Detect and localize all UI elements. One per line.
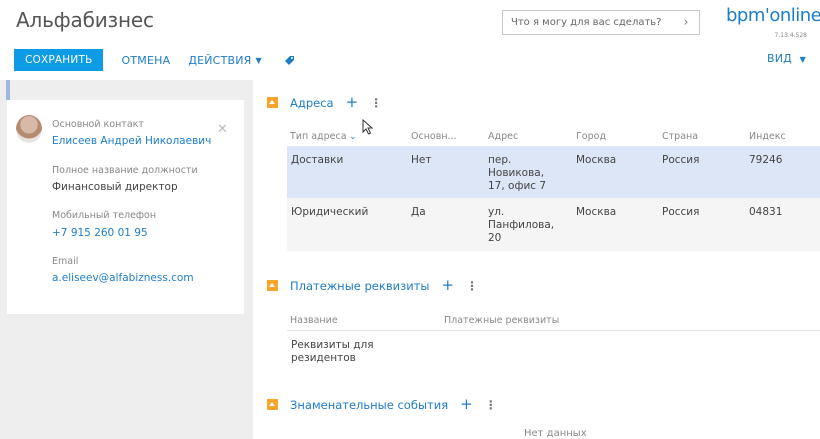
addresses-header: Адреса + ⋮ bbox=[267, 95, 382, 110]
empty-state: Нет данных bbox=[524, 428, 587, 439]
col-zip[interactable]: Индекс bbox=[749, 131, 786, 142]
job-value: Финансовый директор bbox=[52, 181, 178, 193]
events-header: Знаменательные события + ⋮ bbox=[267, 397, 497, 412]
actions-button[interactable]: ДЕЙСТВИЯ ▼ bbox=[188, 54, 262, 67]
cell-address: ул. Панфилова, 20 bbox=[488, 206, 555, 244]
search-go-icon[interactable]: › bbox=[673, 15, 699, 30]
col-payment-details[interactable]: Платежные реквизиты bbox=[444, 315, 559, 326]
cancel-button[interactable]: ОТМЕНА bbox=[121, 54, 170, 67]
mouse-cursor-icon bbox=[362, 118, 374, 139]
col-address-type[interactable]: Тип адреса ⌄ bbox=[290, 131, 356, 142]
contact-card: ✕ Основной контакт Елисеев Андрей Никола… bbox=[7, 100, 244, 314]
actions-label: ДЕЙСТВИЯ bbox=[188, 53, 252, 67]
more-icon[interactable]: ⋮ bbox=[370, 96, 382, 110]
collapse-icon[interactable] bbox=[267, 97, 278, 108]
logo[interactable]: bpm'online bbox=[726, 5, 820, 26]
job-label: Полное название должности bbox=[52, 165, 198, 176]
cell-zip: 79246 bbox=[749, 154, 783, 166]
tag-icon[interactable] bbox=[284, 55, 295, 66]
add-event-icon[interactable]: + bbox=[460, 397, 473, 412]
page-title: Альфабизнес bbox=[16, 8, 154, 32]
divider bbox=[287, 330, 820, 331]
main-contact-label: Основной контакт bbox=[52, 119, 144, 130]
version-label: 7.13.4.528 bbox=[774, 32, 807, 39]
cell-zip: 04831 bbox=[749, 206, 783, 218]
table-row[interactable] bbox=[287, 146, 820, 198]
chevron-down-icon: ▼ bbox=[799, 55, 806, 64]
cell-city: Москва bbox=[576, 154, 617, 166]
sort-down-icon: ⌄ bbox=[349, 132, 357, 141]
cell-city: Москва bbox=[576, 206, 617, 218]
more-icon[interactable]: ⋮ bbox=[466, 279, 478, 293]
add-address-icon[interactable]: + bbox=[346, 95, 359, 110]
col-country[interactable]: Страна bbox=[662, 131, 698, 142]
email-label: Email bbox=[52, 256, 79, 267]
cell-type: Юридический bbox=[291, 206, 369, 218]
command-search[interactable]: › bbox=[502, 10, 700, 35]
avatar bbox=[16, 115, 42, 143]
mobile-link[interactable]: +7 915 260 01 95 bbox=[52, 227, 148, 239]
payments-title[interactable]: Платежные реквизиты bbox=[290, 279, 429, 293]
payments-header: Платежные реквизиты + ⋮ bbox=[267, 278, 478, 293]
save-button[interactable]: СОХРАНИТЬ bbox=[14, 49, 104, 71]
panel-accent bbox=[6, 80, 10, 100]
col-primary[interactable]: Основн... bbox=[411, 131, 457, 142]
collapse-icon[interactable] bbox=[267, 399, 278, 410]
col-name[interactable]: Название bbox=[290, 315, 338, 326]
cell-country: Россия bbox=[662, 206, 700, 218]
cell-type: Доставки bbox=[291, 154, 344, 166]
events-title[interactable]: Знаменательные события bbox=[290, 398, 448, 412]
cell-country: Россия bbox=[662, 154, 700, 166]
mobile-label: Мобильный телефон bbox=[52, 210, 157, 221]
col-address[interactable]: Адрес bbox=[488, 131, 518, 142]
cell-primary: Нет bbox=[411, 154, 432, 166]
view-button[interactable]: ВИД ▼ bbox=[767, 52, 806, 65]
cell-address: пер. Новикова, 17, офис 7 bbox=[488, 154, 547, 192]
addresses-title[interactable]: Адреса bbox=[290, 96, 334, 110]
search-input[interactable] bbox=[503, 17, 673, 28]
toolbar: СОХРАНИТЬ ОТМЕНА ДЕЙСТВИЯ ▼ bbox=[14, 49, 295, 71]
cell-name[interactable]: Реквизиты для резидентов bbox=[291, 339, 374, 365]
main-contact-link[interactable]: Елисеев Андрей Николаевич bbox=[52, 135, 211, 147]
cell-primary: Да bbox=[411, 206, 426, 218]
close-icon[interactable]: ✕ bbox=[217, 122, 228, 137]
add-payment-icon[interactable]: + bbox=[441, 278, 454, 293]
more-icon[interactable]: ⋮ bbox=[485, 398, 497, 412]
collapse-icon[interactable] bbox=[267, 280, 278, 291]
chevron-down-icon: ▼ bbox=[255, 55, 262, 65]
col-city[interactable]: Город bbox=[576, 131, 606, 142]
view-label: ВИД bbox=[766, 52, 792, 65]
email-link[interactable]: a.eliseev@alfabizness.com bbox=[52, 272, 194, 284]
